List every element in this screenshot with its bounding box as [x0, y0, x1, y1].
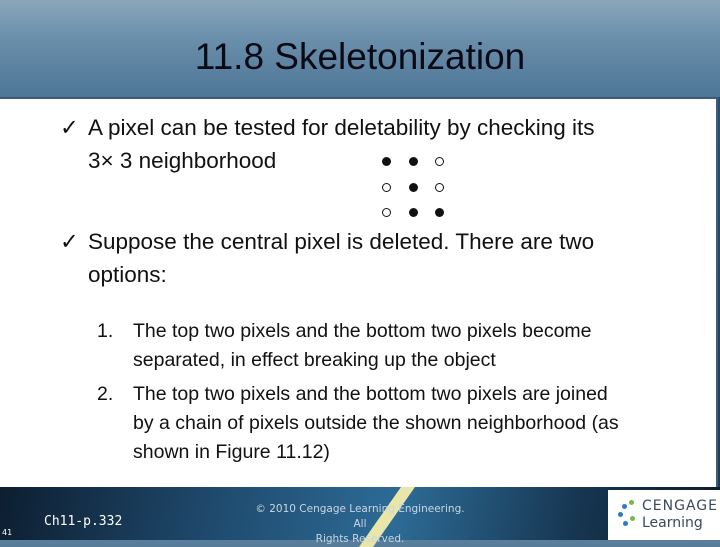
- bullet-line: Suppose the central pixel is deleted. Th…: [88, 229, 595, 254]
- item-number: 1.: [97, 320, 114, 342]
- copyright: © 2010 Cengage Learning Engineering. All…: [250, 502, 470, 547]
- item-line: shown in Figure 11.12): [133, 441, 330, 463]
- copyright-line: © 2010 Cengage Learning Engineering. All: [255, 503, 465, 530]
- empty-pixel: [382, 208, 391, 217]
- bullet-1: ✓ A pixel can be tested for deletability…: [60, 111, 595, 177]
- bullet-line: options:: [88, 262, 167, 287]
- page-number: 41: [2, 528, 13, 537]
- item-number: 2.: [97, 383, 114, 405]
- check-icon: ✓: [60, 115, 79, 140]
- filled-pixel: [408, 208, 418, 217]
- cengage-logo: CENGAGE Learning: [608, 490, 720, 540]
- check-icon: ✓: [60, 229, 79, 254]
- item-line: separated, in effect breaking up the obj…: [133, 349, 496, 371]
- bullet-2: ✓ Suppose the central pixel is deleted. …: [60, 225, 595, 291]
- bullet-line: 3× 3 neighborhood: [88, 148, 277, 173]
- logo-text: CENGAGE: [642, 498, 718, 514]
- filled-pixel: [408, 157, 418, 166]
- slide-title: 11.8 Skeletonization: [194, 36, 526, 77]
- chapter-reference: Ch11-p.332: [44, 514, 123, 529]
- filled-pixel: [435, 208, 444, 217]
- item-line: The top two pixels and the bottom two pi…: [133, 320, 592, 342]
- empty-pixel: [435, 182, 444, 192]
- numbered-item-2: 2. The top two pixels and the bottom two…: [97, 380, 619, 467]
- empty-pixel: [382, 182, 391, 192]
- filled-pixel: [408, 182, 418, 192]
- item-line: The top two pixels and the bottom two pi…: [133, 383, 608, 405]
- numbered-item-1: 1. The top two pixels and the bottom two…: [97, 317, 592, 375]
- item-line: by a chain of pixels outside the shown n…: [133, 412, 619, 434]
- bullet-line: A pixel can be tested for deletability b…: [88, 115, 595, 140]
- empty-pixel: [435, 157, 444, 166]
- logo-text: Learning: [642, 515, 703, 531]
- filled-pixel: [382, 157, 391, 166]
